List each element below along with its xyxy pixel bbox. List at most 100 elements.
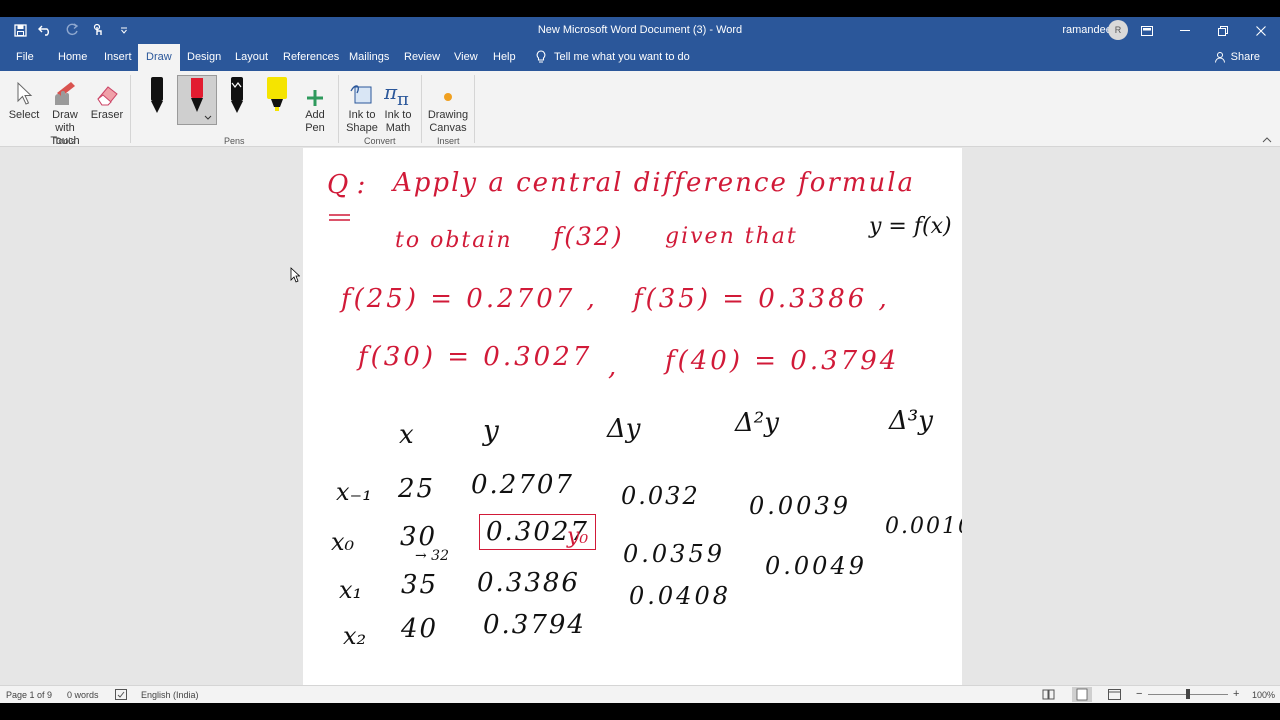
eraser-icon	[97, 86, 118, 106]
given-f40: f(40) = 0.3794	[665, 346, 900, 376]
tab-mailings[interactable]: Mailings	[341, 44, 397, 71]
dy-value: 0.0359	[623, 540, 725, 568]
question-line-2c: given that	[665, 224, 798, 249]
row-label: x₀	[331, 528, 355, 556]
zoom-in-icon[interactable]: +	[1233, 688, 1239, 700]
underline-mark	[329, 214, 350, 221]
tab-review[interactable]: Review	[396, 44, 448, 71]
tab-file[interactable]: File	[8, 44, 42, 71]
ink-shape-label-2: Shape	[346, 122, 378, 134]
drawing-canvas-button[interactable]: Drawing Canvas	[426, 75, 470, 135]
row-label: x₁	[339, 576, 363, 604]
header-dy: Δy	[607, 414, 641, 444]
ink-to-shape-button[interactable]: Ink to Shape	[344, 75, 380, 135]
d2y-value: 0.0039	[749, 492, 851, 520]
add-pen-button[interactable]: Add Pen	[298, 75, 332, 135]
language[interactable]: English (India)	[141, 690, 199, 700]
add-pen-label-2: Pen	[305, 122, 325, 134]
row-y: 0.3794	[483, 610, 586, 640]
row-label: x₋₁	[336, 478, 372, 506]
tab-layout[interactable]: Layout	[227, 44, 276, 71]
print-layout-icon[interactable]	[1072, 687, 1092, 702]
arrow-to-32: → 32	[415, 548, 449, 564]
restore-icon[interactable]	[1204, 17, 1242, 44]
given-comma: ,	[608, 352, 617, 382]
highlighter-icon	[267, 77, 287, 111]
page-count[interactable]: Page 1 of 9	[6, 690, 52, 700]
d2y-value: 0.0049	[765, 552, 867, 580]
question-line-1: Apply a central difference formula	[393, 168, 916, 198]
galaxy-pen-icon	[231, 77, 243, 113]
ink-math-label-2: Math	[385, 122, 411, 134]
minimize-icon[interactable]	[1166, 17, 1204, 44]
document-page[interactable]: Q : Apply a central difference formula t…	[303, 148, 962, 685]
share-button[interactable]: Share	[1214, 51, 1260, 63]
given-f25: f(25) = 0.2707 ,	[341, 284, 598, 314]
tab-design[interactable]: Design	[179, 44, 229, 71]
tab-home[interactable]: Home	[50, 44, 95, 71]
collapse-ribbon-icon[interactable]	[1262, 137, 1272, 143]
draw-touch-label-1: Draw with	[52, 109, 78, 134]
header-d2y: Δ²y	[735, 408, 779, 438]
pens-group-label: Pens	[224, 136, 245, 146]
given-f35: f(35) = 0.3386 ,	[633, 284, 890, 314]
zoom-level[interactable]: 100%	[1252, 690, 1275, 700]
tab-draw[interactable]: Draw	[138, 44, 180, 71]
black-pen[interactable]	[140, 75, 174, 123]
pattern-pen[interactable]	[220, 75, 254, 123]
dy-value: 0.032	[621, 482, 700, 510]
row-x: 25	[398, 474, 436, 504]
pi-icon: ππ	[384, 81, 409, 107]
convert-group-label: Convert	[364, 136, 396, 146]
header-x: x	[399, 420, 414, 450]
add-pen-label-1: Add	[305, 109, 325, 121]
close-icon[interactable]	[1242, 17, 1280, 44]
avatar[interactable]: R	[1108, 20, 1128, 40]
hand-pen-icon	[55, 82, 75, 105]
header-y: y	[483, 414, 499, 447]
plus-icon	[307, 90, 323, 106]
tell-me-label: Tell me what you want to do	[554, 51, 690, 63]
tell-me-search[interactable]: Tell me what you want to do	[536, 50, 690, 64]
eraser-label: Eraser	[90, 109, 124, 121]
eraser-button[interactable]: Eraser	[90, 75, 124, 122]
word-count[interactable]: 0 words	[67, 690, 99, 700]
tools-group-label: Tools	[54, 136, 76, 146]
group-divider	[338, 75, 339, 143]
header-d3y: Δ³y	[889, 406, 933, 436]
select-button[interactable]: Select	[8, 75, 40, 122]
person-icon	[1214, 52, 1225, 63]
proofing-icon[interactable]	[115, 689, 127, 700]
chevron-down-icon[interactable]	[204, 115, 212, 121]
ribbon-display-options-icon[interactable]	[1128, 17, 1166, 44]
black-pen-icon	[151, 77, 163, 113]
ink-to-math-button[interactable]: ππ Ink to Math	[381, 75, 415, 135]
group-divider	[130, 75, 131, 143]
ink-shape-label-1: Ink to	[348, 109, 376, 121]
row-x: 35	[401, 570, 439, 600]
row-y: 0.3386	[477, 568, 580, 598]
question-line-2a: to obtain	[395, 228, 513, 253]
tab-insert[interactable]: Insert	[96, 44, 140, 71]
zoom-slider-thumb[interactable]	[1186, 689, 1190, 699]
select-label: Select	[8, 109, 40, 121]
insert-group-label: Insert	[437, 136, 460, 146]
row-y: 0.2707	[471, 470, 574, 500]
draw-ribbon: Select Draw with Touch Eraser Tools Add …	[0, 71, 1280, 147]
tab-help[interactable]: Help	[485, 44, 524, 71]
given-f30: f(30) = 0.3027	[358, 342, 593, 372]
ribbon-tabs: File Home Insert Draw Design Layout Refe…	[0, 44, 1280, 71]
tab-view[interactable]: View	[446, 44, 486, 71]
yellow-highlighter[interactable]	[260, 75, 294, 123]
svg-text:π: π	[384, 81, 398, 104]
tab-references[interactable]: References	[275, 44, 347, 71]
web-layout-icon[interactable]	[1108, 689, 1121, 700]
red-pen-selected[interactable]	[177, 75, 217, 125]
share-label: Share	[1230, 51, 1260, 63]
d3y-value: 0.0010	[885, 514, 962, 539]
ink-to-shape-icon	[350, 85, 372, 104]
zoom-out-icon[interactable]: −	[1136, 688, 1142, 700]
red-pen-icon	[191, 78, 203, 112]
question-label: Q :	[327, 170, 366, 200]
read-mode-icon[interactable]	[1042, 689, 1055, 700]
